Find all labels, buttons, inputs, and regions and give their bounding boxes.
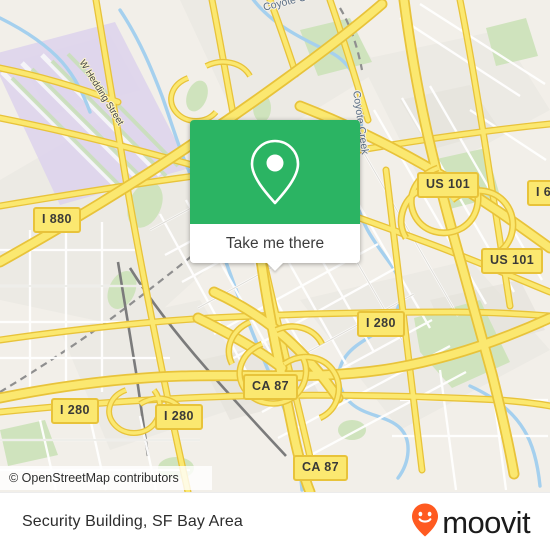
attribution-text: © OpenStreetMap contributors — [9, 471, 179, 485]
map-attribution[interactable]: © OpenStreetMap contributors — [0, 466, 212, 490]
map-screen: San Jose Coyote Creek Coyote Creek W Hed… — [0, 0, 550, 550]
moovit-smiley-pin-icon — [410, 502, 440, 543]
take-me-there-button[interactable]: Take me there — [190, 224, 360, 271]
popup-header — [190, 120, 360, 224]
moovit-logo[interactable]: moovit — [410, 502, 531, 543]
moovit-wordmark: moovit — [442, 504, 530, 540]
footer-bar: Security Building, SF Bay Area moovit — [0, 492, 550, 550]
map-popup-card[interactable]: Take me there — [190, 120, 360, 271]
place-title: Security Building, SF Bay Area — [22, 513, 243, 530]
map-canvas[interactable]: San Jose Coyote Creek Coyote Creek W Hed… — [0, 0, 550, 492]
take-me-there-label: Take me there — [225, 234, 325, 252]
popup-pointer-tail — [266, 262, 284, 271]
footer-content: Security Building, SF Bay Area moovit — [0, 493, 550, 550]
location-pin-icon — [246, 137, 304, 207]
